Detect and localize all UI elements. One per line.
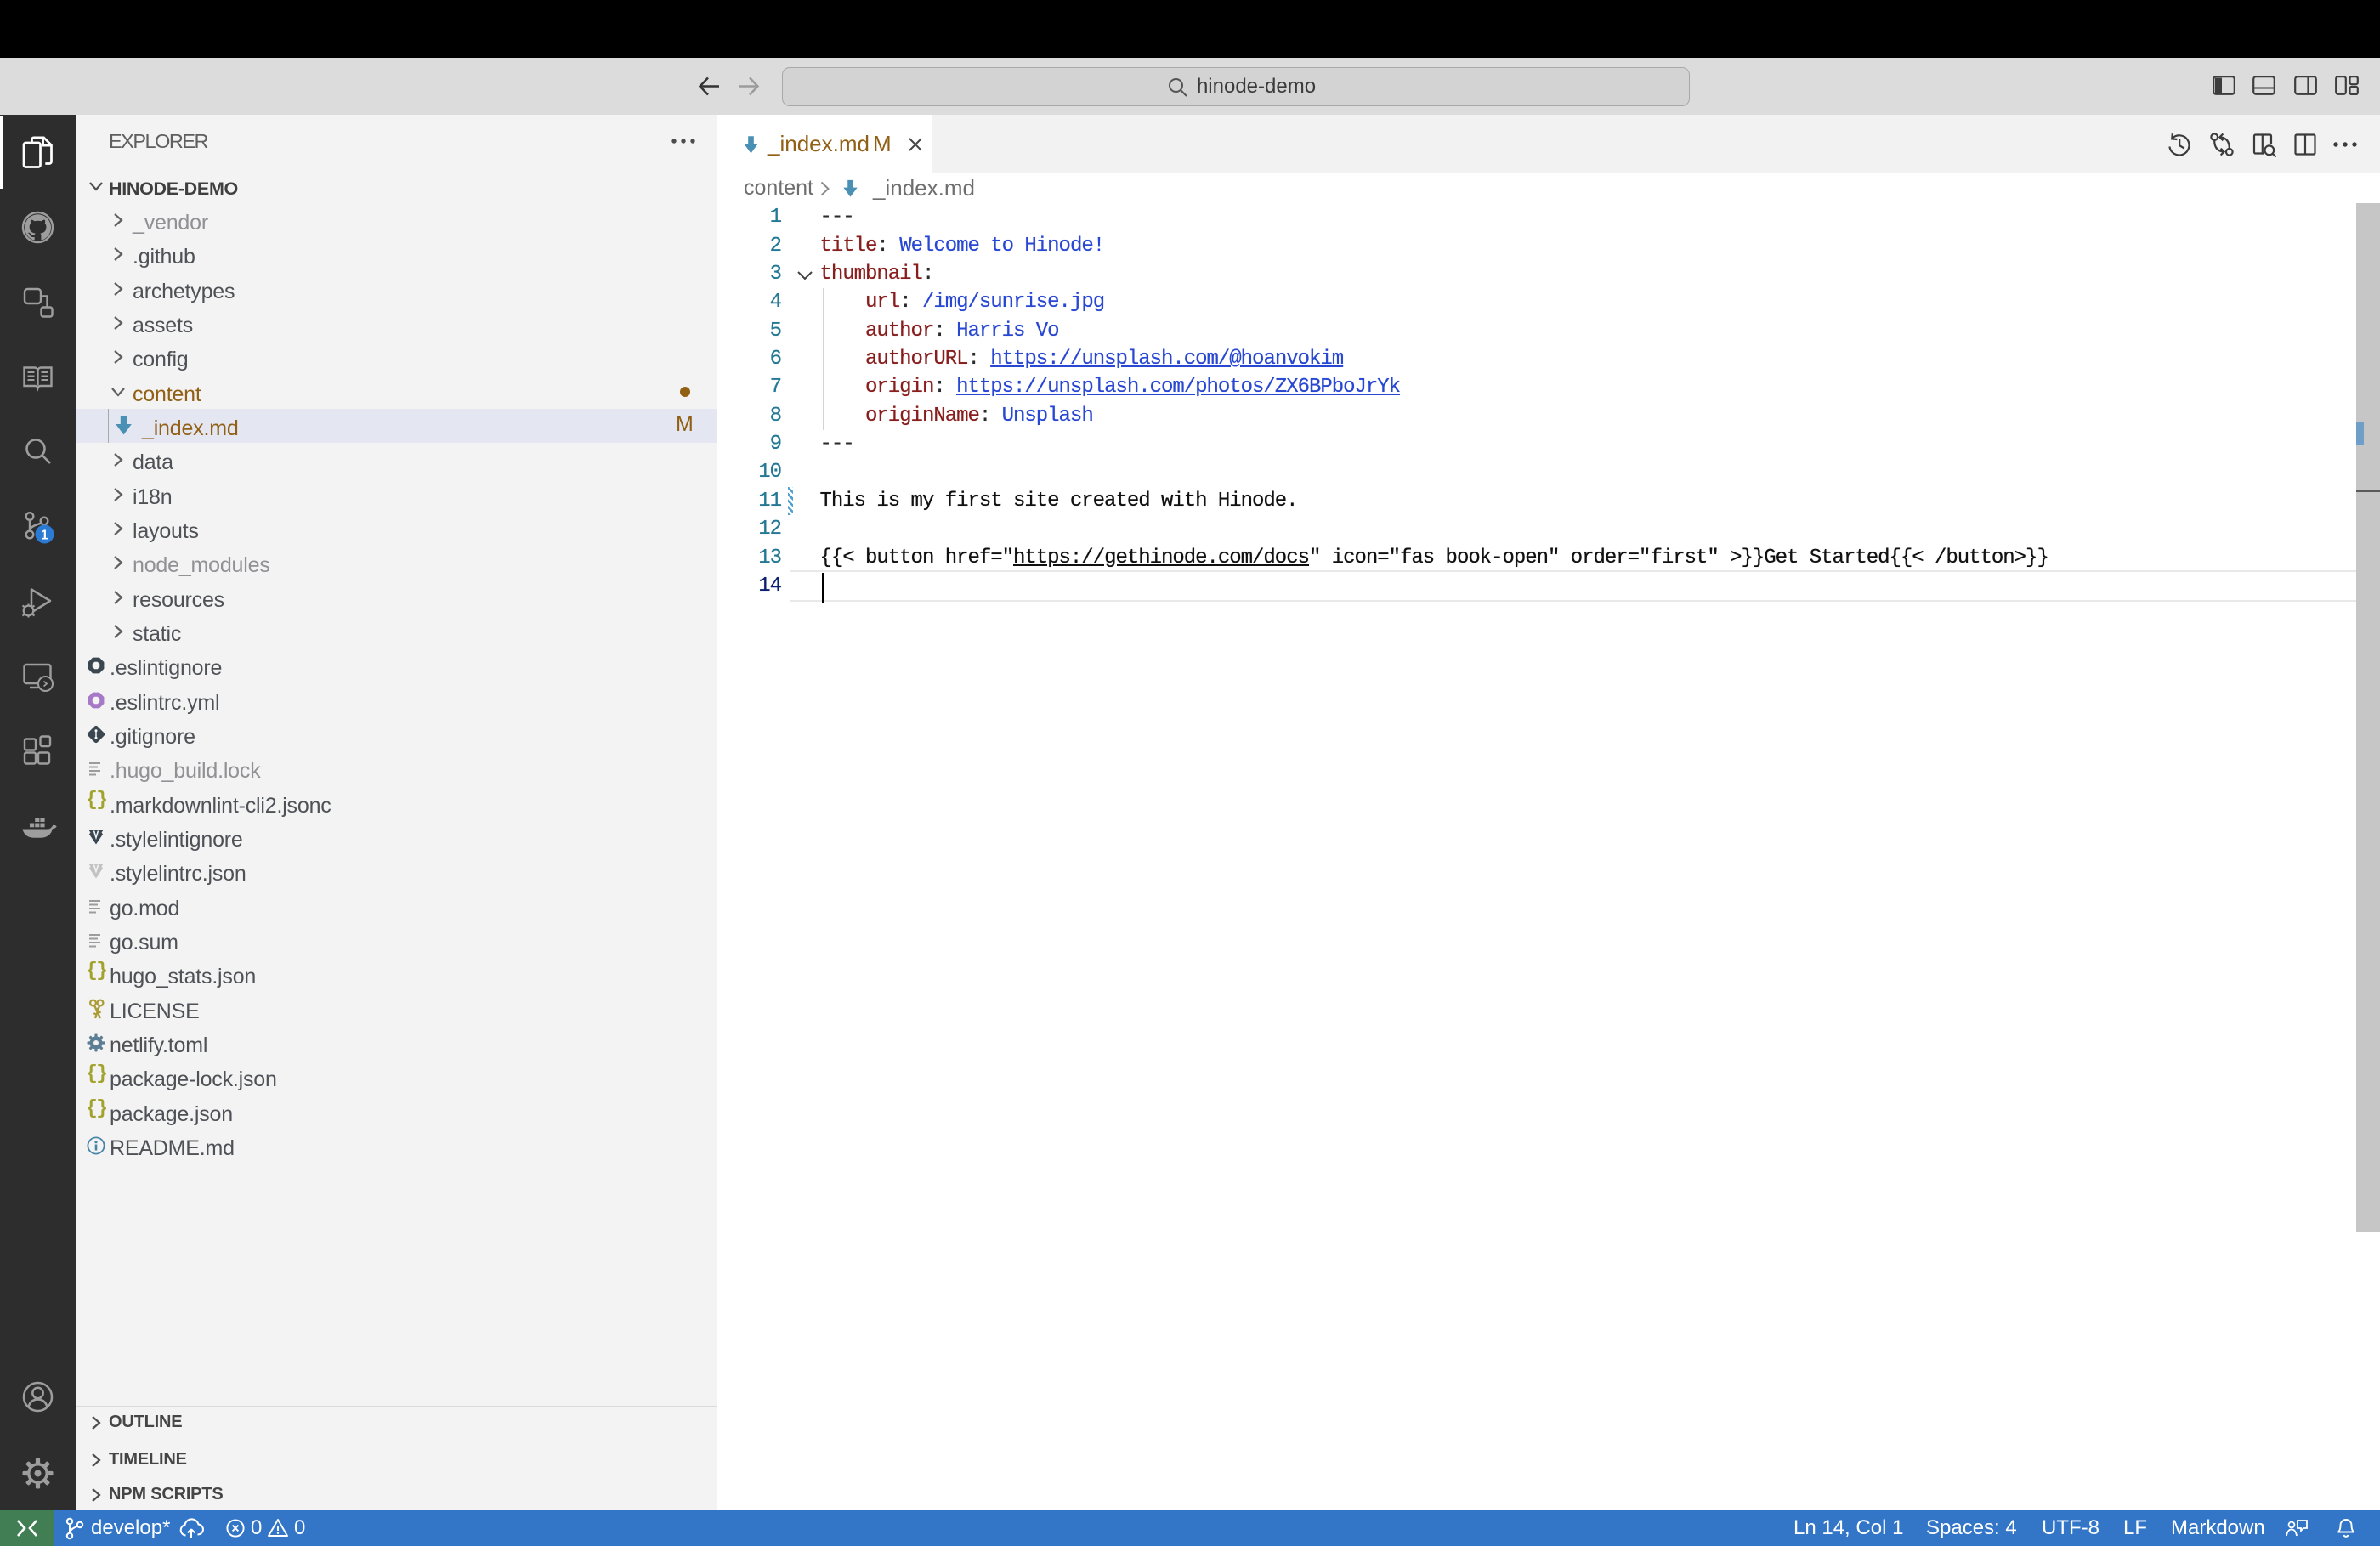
svg-text:1: 1 (41, 529, 48, 543)
